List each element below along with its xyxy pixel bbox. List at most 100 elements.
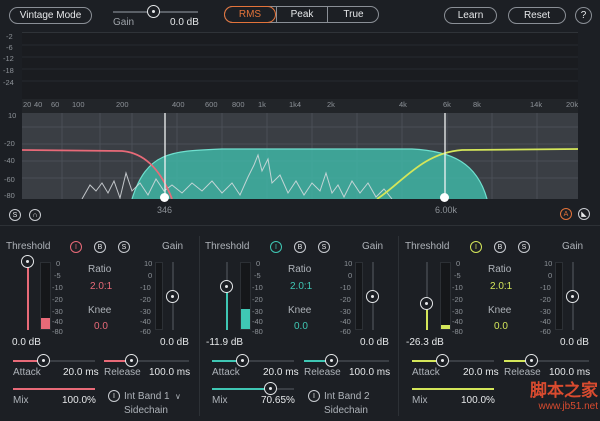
db-bottom-label: -20 xyxy=(4,139,15,148)
band-bypass-icon[interactable]: B xyxy=(94,241,106,253)
freq-label: 4k xyxy=(399,100,407,109)
ratio-value[interactable]: 2.0:1 xyxy=(490,281,512,292)
crossover-handle-2[interactable] xyxy=(440,193,449,202)
gain-value: 0.0 dB xyxy=(560,337,589,348)
help-button[interactable]: ? xyxy=(575,7,592,24)
sidechain-toggle-icon[interactable]: I xyxy=(308,390,320,402)
sidechain-source[interactable]: Int Band 2 xyxy=(324,391,370,402)
mode-true-button[interactable]: True xyxy=(327,6,379,23)
attack-knob[interactable] xyxy=(37,354,50,367)
sidechain-label: Sidechain xyxy=(124,405,168,416)
freq-label: 400 xyxy=(172,100,185,109)
attack-value: 20.0 ms xyxy=(263,367,299,378)
release-label: Release xyxy=(304,367,341,378)
gain-knob[interactable] xyxy=(366,290,379,303)
mix-value: 100.0% xyxy=(461,395,495,406)
mode-peak-button[interactable]: Peak xyxy=(276,6,327,23)
sidechain-toggle-icon[interactable]: I xyxy=(108,390,120,402)
threshold-knob[interactable] xyxy=(220,280,233,293)
gain-meter xyxy=(355,262,363,330)
meter-scale: -20 xyxy=(452,295,463,304)
threshold-knob[interactable] xyxy=(420,297,433,310)
gain-knob[interactable] xyxy=(166,290,179,303)
db-bottom-label: 10 xyxy=(8,111,17,120)
master-gain-knob[interactable] xyxy=(147,5,160,18)
threshold-slider[interactable] xyxy=(27,262,29,330)
gain-scale: -10 xyxy=(340,283,351,292)
meter-scale: -30 xyxy=(252,307,263,316)
mix-knob[interactable] xyxy=(264,382,277,395)
gain-scale: -20 xyxy=(140,295,151,304)
gain-meter xyxy=(155,262,163,330)
mix-value: 100.0% xyxy=(62,395,96,406)
meter-scale: -80 xyxy=(52,327,63,336)
reset-button[interactable]: Reset xyxy=(508,7,566,24)
knee-label: Knee xyxy=(88,305,112,316)
mode-rms-button[interactable]: RMS xyxy=(224,6,276,23)
threshold-label: Threshold xyxy=(405,241,450,252)
panel-separator xyxy=(0,225,600,226)
gain-scale: -30 xyxy=(140,307,151,316)
master-gain-value: 0.0 dB xyxy=(170,17,199,28)
gain-value: 0.0 dB xyxy=(160,337,189,348)
release-knob[interactable] xyxy=(325,354,338,367)
meter-scale: -5 xyxy=(454,271,461,280)
freq-label: 1k xyxy=(258,100,266,109)
band-bypass-icon[interactable]: B xyxy=(494,241,506,253)
mix-slider[interactable] xyxy=(412,388,494,390)
crossover-handle-1[interactable] xyxy=(160,193,169,202)
release-knob[interactable] xyxy=(125,354,138,367)
db-top-label: -18 xyxy=(3,66,14,75)
release-knob[interactable] xyxy=(525,354,538,367)
ratio-label: Ratio xyxy=(288,264,312,275)
crossover-2-value: 6.00k xyxy=(435,205,458,215)
knee-value[interactable]: 0.0 xyxy=(294,321,308,332)
mix-label: Mix xyxy=(212,395,228,406)
gain-knob[interactable] xyxy=(566,290,579,303)
gain-scale: -60 xyxy=(540,327,551,336)
meter-scale: -40 xyxy=(52,317,63,326)
db-top-label: -2 xyxy=(6,32,13,41)
gr-meter xyxy=(240,262,251,330)
band-enable-icon[interactable]: I xyxy=(70,241,82,253)
meter-scale: -80 xyxy=(252,327,263,336)
band-solo-icon[interactable]: S xyxy=(518,241,530,253)
zoom-icon[interactable]: ◣ xyxy=(578,208,590,220)
gain-scale: 0 xyxy=(148,271,153,280)
gain-scale: 10 xyxy=(344,259,353,268)
ratio-value[interactable]: 2.0:1 xyxy=(290,281,312,292)
sidechain-source[interactable]: Int Band 1 xyxy=(124,391,170,402)
knee-value[interactable]: 0.0 xyxy=(94,321,108,332)
meter-scale: 0 xyxy=(56,259,61,268)
gain-scale: -10 xyxy=(540,283,551,292)
ratio-value[interactable]: 2.0:1 xyxy=(90,281,112,292)
chevron-down-icon[interactable]: ∨ xyxy=(175,392,181,401)
attack-knob[interactable] xyxy=(436,354,449,367)
freq-label: 600 xyxy=(205,100,218,109)
solo-icon[interactable]: S xyxy=(9,209,21,221)
db-top-label: -12 xyxy=(3,54,14,63)
band-bypass-icon[interactable]: B xyxy=(294,241,306,253)
master-gain-label: Gain xyxy=(113,17,135,28)
band-solo-icon[interactable]: S xyxy=(318,241,330,253)
freq-label: 14k xyxy=(530,100,543,109)
freq-label: 8k xyxy=(473,100,481,109)
db-bottom-label: -40 xyxy=(4,156,15,165)
knee-value[interactable]: 0.0 xyxy=(494,321,508,332)
band-enable-icon[interactable]: I xyxy=(470,241,482,253)
band-enable-icon[interactable]: I xyxy=(270,241,282,253)
learn-button[interactable]: Learn xyxy=(444,7,497,24)
spectrum-display[interactable] xyxy=(22,32,578,199)
threshold-value: -26.3 dB xyxy=(406,337,444,348)
vintage-mode-button[interactable]: Vintage Mode xyxy=(9,7,92,24)
threshold-knob[interactable] xyxy=(21,255,34,268)
gain-scale: -60 xyxy=(340,327,351,336)
band-solo-icon[interactable]: S xyxy=(118,241,130,253)
attack-knob[interactable] xyxy=(236,354,249,367)
mix-slider[interactable] xyxy=(13,388,95,390)
attack-label: Attack xyxy=(412,367,440,378)
auto-icon[interactable]: A xyxy=(560,208,572,220)
headphones-icon[interactable]: ∩ xyxy=(29,209,41,221)
mix-label: Mix xyxy=(412,395,428,406)
gain-scale: -10 xyxy=(140,283,151,292)
